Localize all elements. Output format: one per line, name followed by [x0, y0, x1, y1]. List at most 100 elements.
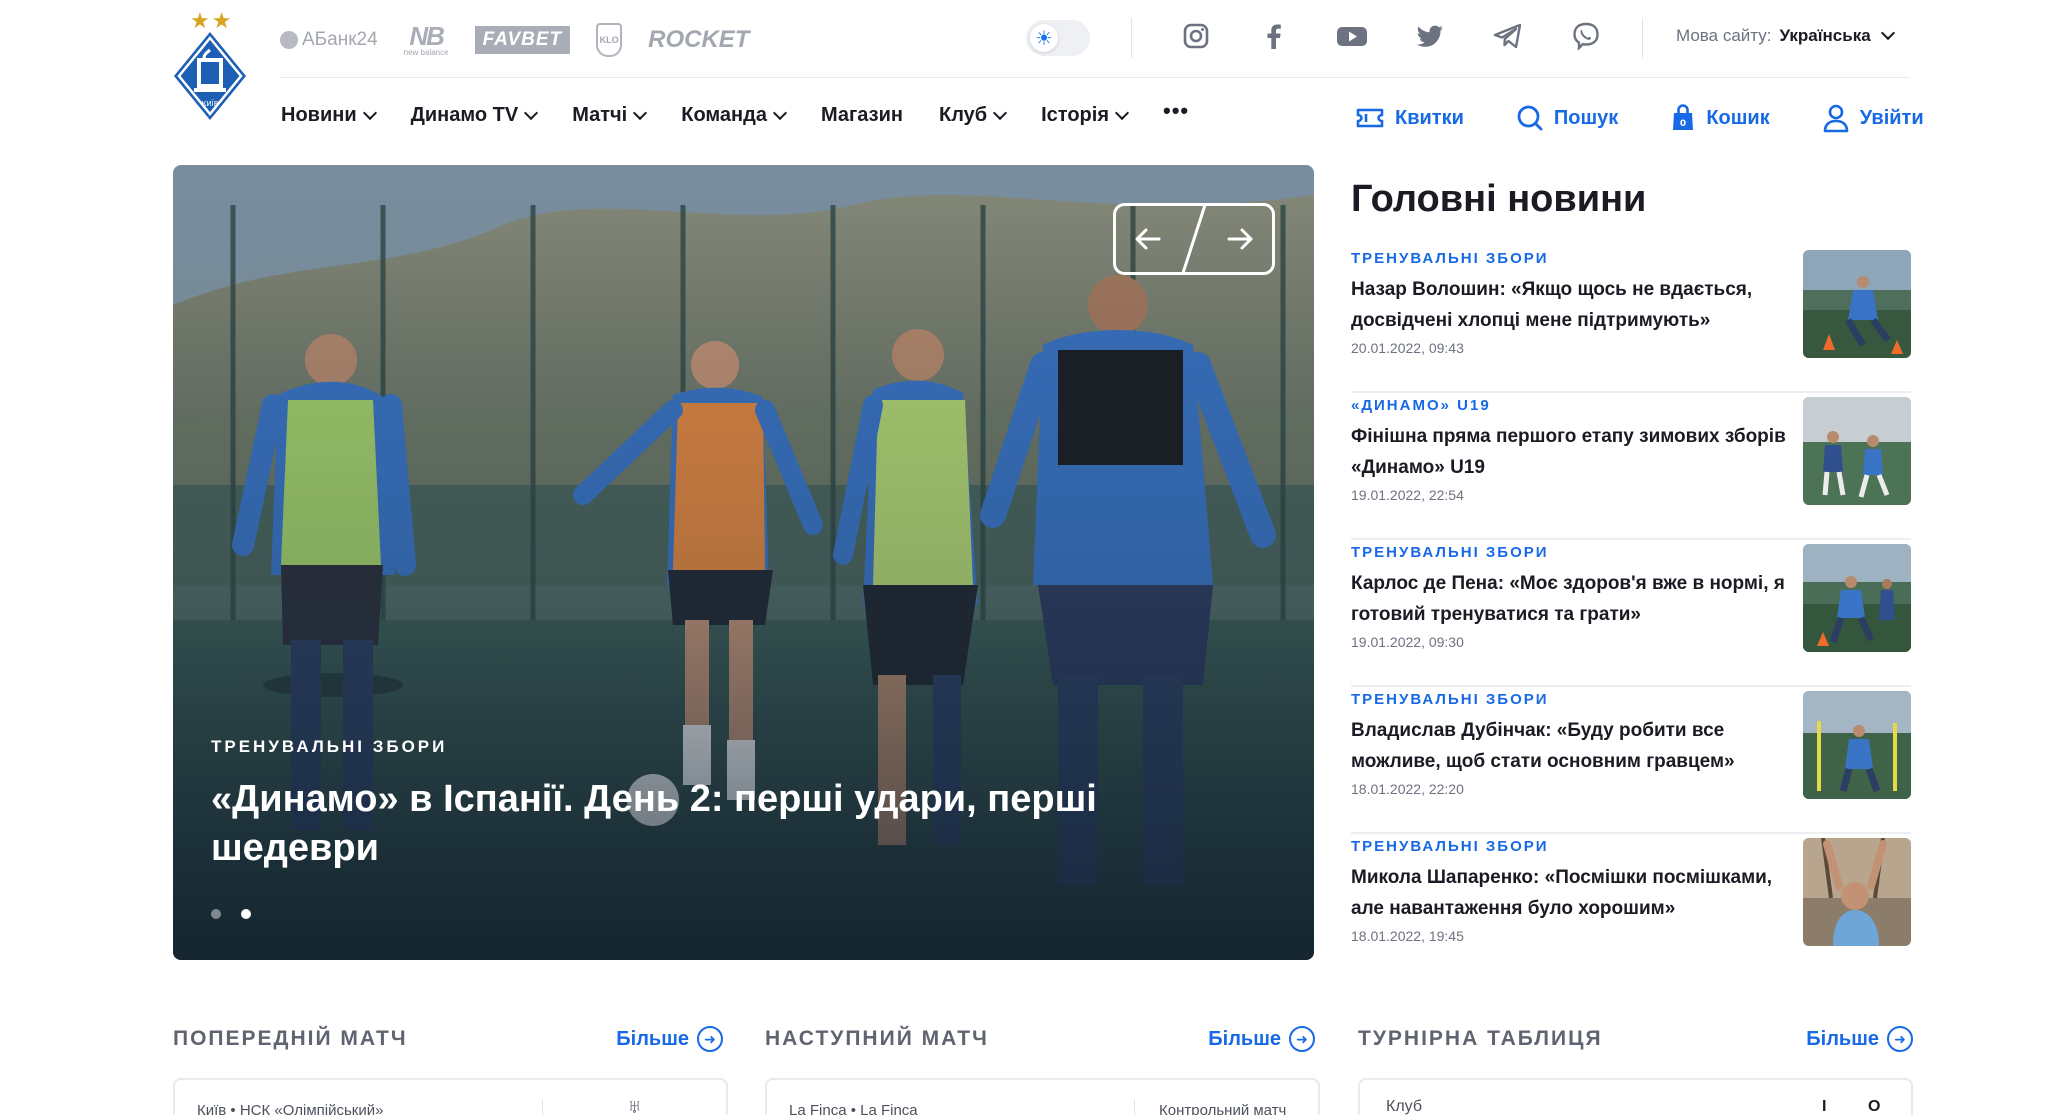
nav-item-team[interactable]: Команда [681, 104, 788, 127]
abank-apple-icon [280, 31, 298, 49]
news-item[interactable]: ТРЕНУВАЛЬНІ ЗБОРИ Владислав Дубінчак: «Б… [1351, 687, 1911, 834]
news-thumbnail[interactable] [1803, 250, 1911, 358]
match-type: Контрольний матч [1159, 1102, 1287, 1115]
news-title[interactable]: Назар Волошин: «Якщо щось не вдається, д… [1351, 274, 1791, 336]
nav-item-club[interactable]: Клуб [939, 104, 1008, 127]
svg-text:КИЇВ: КИЇВ [201, 99, 218, 108]
social-links [1180, 20, 1602, 52]
facebook-icon[interactable] [1258, 20, 1290, 52]
theme-toggle[interactable]: ☀ [1026, 20, 1090, 56]
slider-arrows[interactable] [1113, 203, 1275, 275]
header-actions: Квитки Пошук 0 Кошик Увійти [1355, 103, 1924, 133]
next-match-title: НАСТУПНИЙ МАТЧ [765, 1027, 989, 1050]
main-news-heading: Головні новини [1351, 178, 1647, 220]
chevron-down-icon [772, 105, 788, 120]
news-date: 19.01.2022, 09:30 [1351, 634, 1464, 650]
header-divider-line [280, 77, 1910, 78]
main-nav: Новини Динамо TV Матчі Команда Магазин К… [281, 98, 1225, 127]
sun-icon: ☀ [1030, 24, 1058, 52]
user-icon [1823, 104, 1849, 133]
sponsor-abank24[interactable]: АБанк24 [280, 29, 378, 51]
previous-match-card[interactable]: Київ • НСК «Олімпійський» ♅ [173, 1078, 728, 1115]
sponsor-new-balance[interactable]: NB new balance [404, 23, 449, 57]
chevron-down-icon [1880, 25, 1895, 41]
news-category[interactable]: ТРЕНУВАЛЬНІ ЗБОРИ [1351, 691, 1549, 708]
previous-match-title: ПОПЕРЕДНІЙ МАТЧ [173, 1027, 408, 1050]
chevron-down-icon [524, 105, 539, 120]
news-thumbnail[interactable] [1803, 544, 1911, 652]
nav-item-matches[interactable]: Матчі [572, 104, 648, 127]
nav-item-news[interactable]: Новини [281, 104, 377, 127]
search-button[interactable]: Пошук [1516, 104, 1618, 132]
nav-item-shop[interactable]: Магазин [821, 104, 903, 127]
match-location: La Finca • La Finca [789, 1102, 918, 1115]
new-balance-logo-icon: NB [409, 21, 445, 51]
instagram-icon[interactable] [1180, 20, 1212, 52]
ticket-icon [1356, 108, 1384, 128]
news-date: 18.01.2022, 19:45 [1351, 928, 1464, 944]
news-item[interactable]: «ДИНАМО» U19 Фінішна пряма першого етапу… [1351, 393, 1911, 540]
column-club: Клуб [1386, 1098, 1422, 1115]
hero-title[interactable]: «Динамо» в Іспанії. День 2: перші удари,… [211, 775, 1171, 872]
chevron-down-icon [993, 105, 1008, 120]
cart-button[interactable]: 0 Кошик [1670, 103, 1770, 133]
login-button[interactable]: Увійти [1822, 103, 1924, 133]
nav-item-dynamo-tv[interactable]: Динамо TV [411, 104, 539, 127]
news-thumbnail[interactable] [1803, 397, 1911, 505]
news-title[interactable]: Владислав Дубінчак: «Буду робити все мож… [1351, 715, 1791, 777]
team-crest-icon: ♅ [627, 1096, 642, 1115]
news-title[interactable]: Фінішна пряма першого етапу зимових збор… [1351, 421, 1791, 483]
card-divider [1134, 1100, 1135, 1115]
sponsor-favbet[interactable]: FAVBET [474, 26, 571, 54]
next-match-more-link[interactable]: Більше ➜ [1208, 1026, 1315, 1052]
arrow-right-circle-icon: ➜ [1887, 1026, 1913, 1052]
news-category[interactable]: «ДИНАМО» U19 [1351, 397, 1491, 414]
news-item[interactable]: ТРЕНУВАЛЬНІ ЗБОРИ Назар Волошин: «Якщо щ… [1351, 246, 1911, 393]
nav-item-history[interactable]: Історія [1041, 104, 1130, 127]
column-games: І [1822, 1098, 1827, 1115]
twitter-icon[interactable] [1414, 20, 1446, 52]
sponsor-rocket[interactable]: ROCKET [648, 26, 749, 54]
youtube-icon[interactable] [1336, 20, 1368, 52]
hero-category[interactable]: ТРЕНУВАЛЬНІ ЗБОРИ [211, 737, 447, 757]
news-category[interactable]: ТРЕНУВАЛЬНІ ЗБОРИ [1351, 544, 1549, 561]
hero-slider[interactable]: ТРЕНУВАЛЬНІ ЗБОРИ «Динамо» в Іспанії. Де… [173, 165, 1314, 960]
header-divider [1131, 18, 1132, 58]
standings-more-link[interactable]: Більше ➜ [1806, 1026, 1913, 1052]
chevron-down-icon [633, 105, 648, 120]
slider-dot[interactable] [211, 909, 221, 919]
news-item[interactable]: ТРЕНУВАЛЬНІ ЗБОРИ Микола Шапаренко: «Пос… [1351, 834, 1911, 981]
column-points: О [1868, 1098, 1881, 1115]
sponsor-klo[interactable]: KLO [596, 23, 623, 57]
news-thumbnail[interactable] [1803, 838, 1911, 946]
news-item[interactable]: ТРЕНУВАЛЬНІ ЗБОРИ Карлос де Пена: «Моє з… [1351, 540, 1911, 687]
arrow-right-circle-icon: ➜ [697, 1026, 723, 1052]
chevron-down-icon [1114, 105, 1130, 120]
search-icon [1517, 105, 1543, 131]
slider-dot-active[interactable] [241, 909, 251, 919]
standings-card: Клуб І О [1358, 1078, 1913, 1115]
viber-icon[interactable] [1570, 20, 1602, 52]
card-divider [542, 1100, 543, 1115]
telegram-icon[interactable] [1492, 20, 1524, 52]
standings-header: ТУРНІРНА ТАБЛИЦЯ Більше ➜ [1358, 1024, 1913, 1054]
slider-pagination [211, 909, 251, 919]
arrow-right-circle-icon: ➜ [1289, 1026, 1315, 1052]
news-title[interactable]: Микола Шапаренко: «Посмішки посмішками, … [1351, 862, 1791, 924]
news-category[interactable]: ТРЕНУВАЛЬНІ ЗБОРИ [1351, 250, 1549, 267]
language-selector[interactable]: Мова сайту: Українська [1676, 25, 1895, 46]
sponsor-strip: АБанк24 NB new balance FAVBET KLO ROCKET [280, 20, 749, 60]
standings-title: ТУРНІРНА ТАБЛИЦЯ [1358, 1027, 1603, 1050]
tickets-button[interactable]: Квитки [1355, 105, 1464, 131]
next-match-header: НАСТУПНИЙ МАТЧ Більше ➜ [765, 1024, 1315, 1054]
previous-match-more-link[interactable]: Більше ➜ [616, 1026, 723, 1052]
news-date: 18.01.2022, 22:20 [1351, 781, 1464, 797]
nav-more-button[interactable]: ••• [1163, 98, 1189, 124]
news-thumbnail[interactable] [1803, 691, 1911, 799]
news-category[interactable]: ТРЕНУВАЛЬНІ ЗБОРИ [1351, 838, 1549, 855]
dynamo-kyiv-logo[interactable]: КИЇВ [172, 10, 248, 130]
next-match-card[interactable]: La Finca • La Finca Контрольний матч [765, 1078, 1320, 1115]
previous-match-header: ПОПЕРЕДНІЙ МАТЧ Більше ➜ [173, 1024, 723, 1054]
match-location: Київ • НСК «Олімпійський» [197, 1102, 384, 1115]
news-title[interactable]: Карлос де Пена: «Моє здоров'я вже в норм… [1351, 568, 1791, 630]
